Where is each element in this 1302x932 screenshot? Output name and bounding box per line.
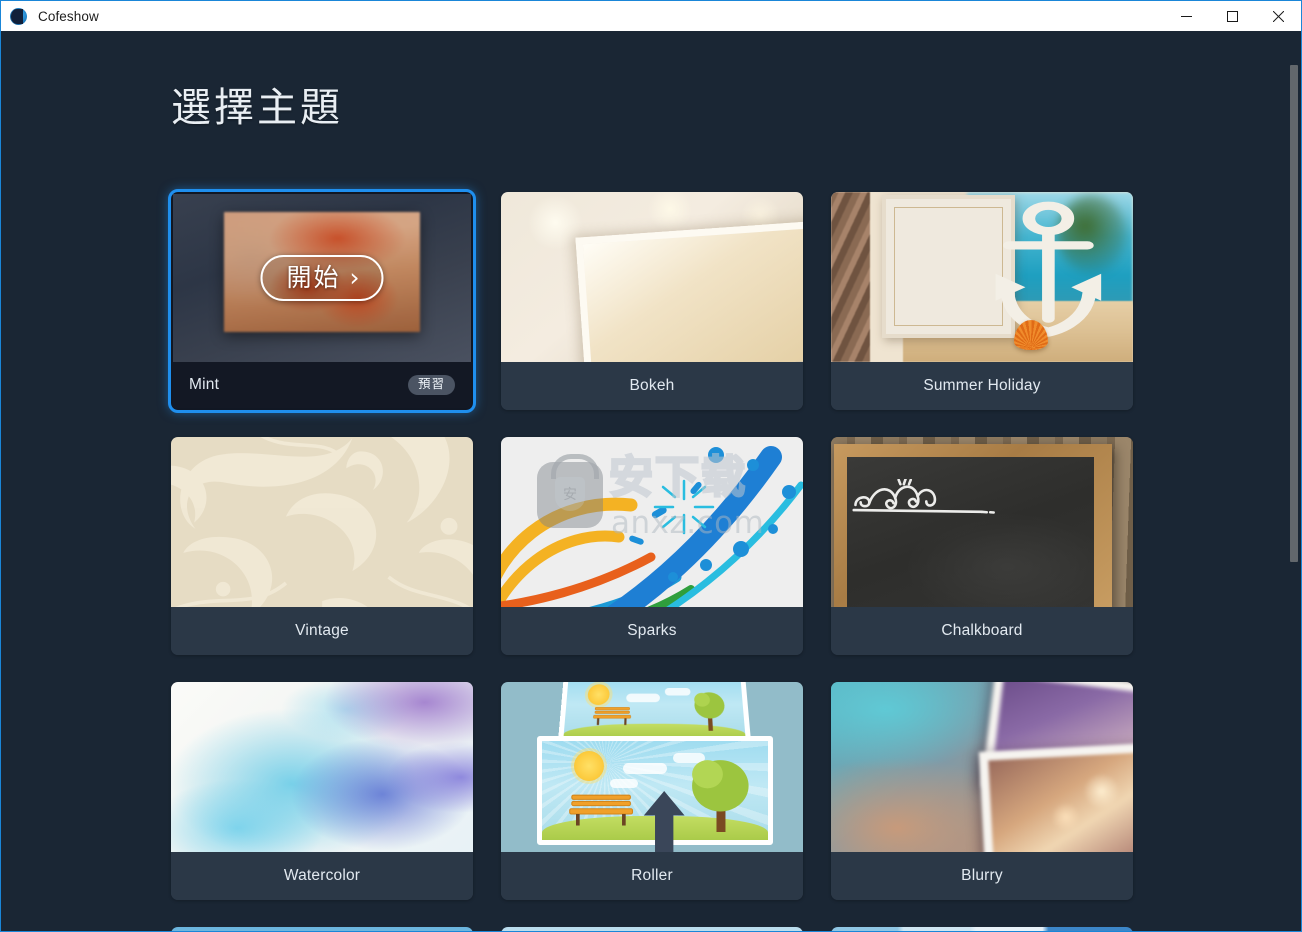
chalk-flourish <box>852 478 995 514</box>
theme-label: Watercolor <box>283 867 361 884</box>
theme-grid-row-partial <box>171 927 1133 931</box>
theme-footer-vintage: Vintage <box>171 607 473 655</box>
theme-thumbnail-vintage <box>171 437 473 607</box>
theme-footer-bokeh: Bokeh <box>501 362 803 410</box>
theme-grid: 開始 › Mint 預習 Bokeh Summer Holiday Vintag… <box>168 189 1133 900</box>
title-bar: Cofeshow <box>1 0 1301 31</box>
theme-card-watercolor[interactable]: Watercolor <box>171 682 473 900</box>
thumbnail-art-chalkboard <box>831 437 1133 607</box>
page-title: 選擇主題 <box>171 85 343 131</box>
thumbnail-art-roller <box>501 682 803 852</box>
bench-icon <box>568 794 633 826</box>
theme-label: Sparks <box>627 622 677 639</box>
theme-footer-chalkboard: Chalkboard <box>831 607 1133 655</box>
theme-card-blurry[interactable]: Blurry <box>831 682 1133 900</box>
vertical-scrollbar[interactable] <box>1289 62 1300 931</box>
theme-label: Vintage <box>295 622 349 639</box>
arrow-up-icon <box>643 790 685 852</box>
theme-card-mint[interactable]: 開始 › Mint 預習 <box>168 189 476 413</box>
thumbnail-art-vintage <box>171 437 473 607</box>
theme-thumbnail-blurry <box>831 682 1133 852</box>
chevron-right-icon: › <box>349 263 360 292</box>
theme-card-vintage[interactable]: Vintage <box>171 437 473 655</box>
theme-label: Roller <box>631 867 673 884</box>
theme-card-partial[interactable] <box>171 927 473 931</box>
preview-badge[interactable]: 預習 <box>407 375 455 395</box>
theme-thumbnail-mint: 開始 › <box>173 194 471 362</box>
theme-card-chalkboard[interactable]: Chalkboard <box>831 437 1133 655</box>
thumbnail-art-sparks <box>501 437 803 607</box>
theme-card-summer-holiday[interactable]: Summer Holiday <box>831 192 1133 410</box>
theme-footer-roller: Roller <box>501 852 803 900</box>
thumbnail-art-summer-holiday <box>831 192 1133 362</box>
theme-card-partial[interactable] <box>831 927 1133 931</box>
theme-label: Blurry <box>961 867 1003 884</box>
theme-thumbnail-summer-holiday <box>831 192 1133 362</box>
theme-footer-mint: Mint 預習 <box>173 362 471 408</box>
theme-thumbnail-roller <box>501 682 803 852</box>
window-title: Cofeshow <box>38 8 99 24</box>
theme-label: Mint <box>189 376 220 393</box>
thumbnail-art-blurry <box>831 682 1133 852</box>
start-button[interactable]: 開始 › <box>260 255 384 301</box>
theme-thumbnail-sparks <box>501 437 803 607</box>
maximize-button[interactable] <box>1209 1 1255 32</box>
scrollbar-thumb[interactable] <box>1290 65 1298 562</box>
close-button[interactable] <box>1255 1 1301 32</box>
thumbnail-art-bokeh <box>501 192 803 362</box>
theme-footer-blurry: Blurry <box>831 852 1133 900</box>
theme-card-roller[interactable]: Roller <box>501 682 803 900</box>
theme-thumbnail-watercolor <box>171 682 473 852</box>
close-icon <box>1272 10 1284 22</box>
application-window: Cofeshow 選擇主題 開始 › Mint 預習 Bokeh Summer … <box>0 0 1302 932</box>
theme-label: Summer Holiday <box>923 377 1041 394</box>
content-area: 選擇主題 開始 › Mint 預習 Bokeh Summer Holiday V… <box>1 31 1301 931</box>
minimize-button[interactable] <box>1163 1 1209 32</box>
theme-card-partial[interactable] <box>501 927 803 931</box>
theme-label: Chalkboard <box>941 622 1023 639</box>
theme-footer-watercolor: Watercolor <box>171 852 473 900</box>
start-button-label: 開始 <box>286 263 341 292</box>
theme-footer-sparks: Sparks <box>501 607 803 655</box>
minimize-icon <box>1180 15 1192 17</box>
anchor-icon <box>995 201 1102 337</box>
theme-card-bokeh[interactable]: Bokeh <box>501 192 803 410</box>
app-logo-icon <box>10 7 27 25</box>
window-controls <box>1163 1 1301 32</box>
tree-icon <box>694 692 726 731</box>
theme-thumbnail-bokeh <box>501 192 803 362</box>
theme-card-sparks[interactable]: Sparks <box>501 437 803 655</box>
theme-footer-summer-holiday: Summer Holiday <box>831 362 1133 410</box>
theme-thumbnail-chalkboard <box>831 437 1133 607</box>
maximize-icon <box>1226 10 1238 22</box>
floral-pattern <box>171 437 473 607</box>
thumbnail-art-watercolor <box>171 682 473 852</box>
bench-icon <box>576 705 648 726</box>
theme-label: Bokeh <box>629 377 675 394</box>
